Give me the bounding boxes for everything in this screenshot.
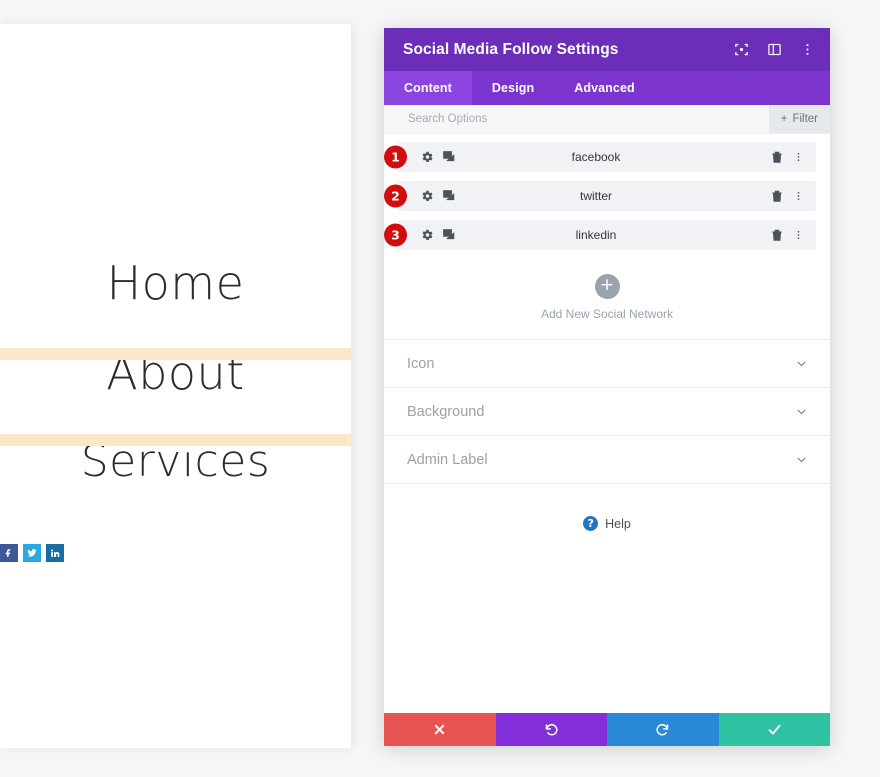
more-vertical-icon[interactable] xyxy=(793,150,804,164)
add-new-label: Add New Social Network xyxy=(540,307,674,321)
trash-icon[interactable] xyxy=(770,150,784,164)
twitter-icon[interactable] xyxy=(23,544,41,562)
network-label: linkedin xyxy=(575,228,617,242)
settings-accordions: Icon Background Admin Label xyxy=(384,339,830,484)
facebook-icon[interactable] xyxy=(0,544,18,562)
settings-modal: Social Media Follow Settings Content Des… xyxy=(384,28,830,746)
row-number-badge: 1 xyxy=(384,145,407,169)
question-mark-icon: ? xyxy=(583,516,599,531)
linkedin-icon[interactable] xyxy=(46,544,64,562)
chevron-down-icon xyxy=(795,357,808,370)
social-network-list: 1 facebook 2 twitter 3 linkedin xyxy=(384,134,830,250)
site-preview-panel: Home About Services xyxy=(0,24,351,748)
accordion-label: Icon xyxy=(407,355,435,372)
network-label: twitter xyxy=(579,189,612,203)
modal-tabs: Content Design Advanced xyxy=(384,71,830,105)
trash-icon[interactable] xyxy=(770,189,784,203)
help-link[interactable]: ? Help xyxy=(384,484,830,531)
page-root: Home About Services Social Media Follow … xyxy=(0,0,880,777)
modal-header: Social Media Follow Settings xyxy=(384,28,830,71)
layout-panel-icon[interactable] xyxy=(765,41,783,59)
table-row[interactable]: 3 linkedin xyxy=(384,220,816,250)
modal-action-bar xyxy=(384,713,830,746)
more-vertical-icon[interactable] xyxy=(793,228,804,242)
filter-label: Filter xyxy=(792,113,818,125)
add-new-social-network[interactable]: + Add New Social Network xyxy=(384,259,830,339)
preview-menu-label: Home xyxy=(106,256,245,310)
preview-menu: Home About Services xyxy=(0,24,351,487)
accordion-label: Background xyxy=(407,403,485,420)
more-vertical-icon[interactable] xyxy=(793,189,804,203)
save-button[interactable] xyxy=(718,713,830,746)
trash-icon[interactable] xyxy=(770,228,784,242)
row-actions xyxy=(770,189,804,203)
plus-icon[interactable]: + xyxy=(594,274,620,299)
accordion-background[interactable]: Background xyxy=(384,388,830,436)
filter-button[interactable]: + Filter xyxy=(768,105,830,133)
modal-body: 1 facebook 2 twitter 3 linkedin + Add Ne… xyxy=(384,134,830,713)
preview-menu-item-home[interactable]: Home xyxy=(0,24,351,310)
modal-header-icons xyxy=(732,41,816,59)
chevron-down-icon xyxy=(795,405,808,418)
accordion-admin-label[interactable]: Admin Label xyxy=(384,436,830,484)
tab-advanced[interactable]: Advanced xyxy=(554,71,655,105)
undo-button[interactable] xyxy=(495,713,607,746)
plus-icon: + xyxy=(780,113,788,125)
table-row[interactable]: 1 facebook xyxy=(384,142,816,172)
redo-button[interactable] xyxy=(607,713,719,746)
help-label: Help xyxy=(605,516,631,531)
row-number-badge: 3 xyxy=(384,223,407,247)
modal-title: Social Media Follow Settings xyxy=(403,40,619,58)
cancel-button[interactable] xyxy=(384,713,496,746)
search-bar: + Filter xyxy=(384,105,830,134)
search-input[interactable] xyxy=(408,113,830,125)
accordion-icon[interactable]: Icon xyxy=(384,340,830,388)
network-label: facebook xyxy=(571,150,621,164)
chevron-down-icon xyxy=(795,453,808,466)
preview-divider xyxy=(0,434,351,446)
accordion-label: Admin Label xyxy=(407,451,488,468)
row-actions xyxy=(770,228,804,242)
preview-divider xyxy=(0,348,351,360)
table-row[interactable]: 2 twitter xyxy=(384,181,816,211)
row-actions xyxy=(770,150,804,164)
tab-design[interactable]: Design xyxy=(472,71,554,105)
row-number-badge: 2 xyxy=(384,184,407,208)
more-vertical-icon[interactable] xyxy=(798,41,816,59)
focus-icon[interactable] xyxy=(732,41,750,59)
preview-social-icons xyxy=(0,544,64,562)
tab-content[interactable]: Content xyxy=(384,71,472,105)
